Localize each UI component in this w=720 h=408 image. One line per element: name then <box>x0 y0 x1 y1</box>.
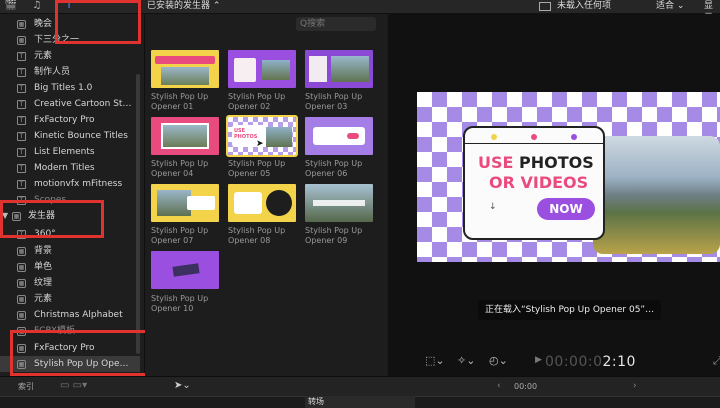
enhance-wand-icon[interactable]: ✧⌄ <box>457 354 475 367</box>
search-input[interactable]: Q搜索 <box>296 17 376 31</box>
sidebar-item[interactable]: T Kinetic Bounce Titles <box>0 128 140 144</box>
dot-purple <box>571 134 577 140</box>
select-tool-icon[interactable]: ➤⌄ <box>174 380 191 392</box>
clip-thumbnail[interactable] <box>151 251 219 289</box>
sidebar-item[interactable]: ▦ 背景 <box>0 243 140 259</box>
timecode-display: 00:00:02:10 <box>545 354 636 370</box>
clip-thumbnail[interactable] <box>151 184 219 222</box>
speed-icon[interactable]: ◴⌄ <box>489 354 508 367</box>
title-icon: T <box>17 180 26 189</box>
sidebar-item[interactable]: T Big Titles 1.0 <box>0 80 140 96</box>
viewer-title: 未载入任何项 <box>557 1 612 11</box>
title-icon: T <box>17 148 26 157</box>
preview-subline: OR VIDEOS <box>489 173 589 192</box>
title-icon: T <box>17 68 26 77</box>
sidebar-item[interactable]: T FxFactory Pro <box>0 112 140 128</box>
clip-thumbnail[interactable] <box>228 184 296 222</box>
title-icon: T <box>17 100 26 109</box>
film-icon: ▦ <box>17 247 26 256</box>
title-icon: T <box>17 116 26 125</box>
preview-headline: USE PHOTOS <box>478 153 594 172</box>
fit-menu[interactable]: 适合 ⌄ <box>656 0 684 12</box>
next-arrow-icon[interactable]: › <box>633 380 637 392</box>
landscape-photo <box>593 136 720 254</box>
loading-message: 正在载入“Stylish Pop Up Opener 05”… <box>478 300 662 320</box>
clip-thumbnail-selected[interactable]: USE PHOTOS ➤ <box>226 115 298 157</box>
arrow-down-icon: ↓ <box>489 202 497 212</box>
media-library-icon[interactable]: 🎬 <box>4 0 18 12</box>
clip-tools-icon[interactable]: ▭ ▭▾ <box>60 380 87 392</box>
sidebar: ▦ 晚会 ▦ 下三分之一 T 元素 T 制作人员 T Big Titles 1.0 T Cr… <box>0 14 145 376</box>
title-icon: T <box>17 164 26 173</box>
viewer-icon <box>539 2 551 11</box>
sidebar-item[interactable]: T List Elements <box>0 144 140 160</box>
fullscreen-icon[interactable]: ⤢ <box>713 354 720 368</box>
film-icon: ▦ <box>17 263 26 272</box>
title-icon: T <box>17 84 26 93</box>
clip-thumbnail[interactable] <box>305 117 373 155</box>
sidebar-item[interactable]: ▦ 元素 <box>0 291 140 307</box>
sidebar-scrollbar[interactable] <box>136 74 140 354</box>
timeline-toolbar: 索引 ▭ ▭▾ ➤⌄ ‹ 00:00 › <box>0 376 720 396</box>
generator-browser: Q搜索 Stylish Pop Up Opener 01 Stylish Pop… <box>145 14 387 376</box>
clip-thumbnail[interactable] <box>151 50 219 88</box>
film-icon: ▦ <box>17 311 26 320</box>
popup-card: USE PHOTOS OR VIDEOS ↓ NOW <box>463 126 605 240</box>
film-icon: ▦ <box>17 36 26 45</box>
sidebar-item[interactable]: T Modern Titles <box>0 160 140 176</box>
clip-name[interactable]: Stylish Pop Up Opener 02 <box>228 92 304 112</box>
sidebar-item[interactable]: ▦ 单色 <box>0 259 140 275</box>
play-icon[interactable]: ▶ <box>535 355 542 365</box>
clip-name[interactable]: Stylish Pop Up Opener 03 <box>305 92 381 112</box>
library-title[interactable]: 已安装的发生器 ⌃ <box>147 0 220 12</box>
transform-icon[interactable]: ⬚⌄ <box>425 354 445 367</box>
sidebar-item[interactable]: Tmotionvfx mFitness <box>0 176 140 192</box>
clip-name[interactable]: Stylish Pop Up Opener 09 <box>305 226 381 246</box>
title-icon: T <box>17 52 26 61</box>
mouse-cursor-icon: ➤ <box>256 139 264 149</box>
annotation-box <box>0 200 104 238</box>
sidebar-item[interactable]: T 制作人员 <box>0 64 140 80</box>
sound-library-icon[interactable]: ♫ <box>30 0 44 12</box>
clip-name[interactable]: Stylish Pop Up Opener 08 <box>228 226 304 246</box>
dot-pink <box>531 134 537 140</box>
annotation-box <box>55 0 141 44</box>
film-icon: ▦ <box>17 20 26 29</box>
previous-arrow-icon[interactable]: ‹ <box>497 380 501 392</box>
final-cut-pro-window: 🎬 ♫ T 已安装的发生器 ⌃ 未载入任何项 适合 ⌄ 显示 ▦晚会 ▦下三分之… <box>0 0 720 408</box>
preview-now-button: NOW <box>537 198 595 220</box>
clip-name[interactable]: Stylish Pop Up Opener 04 <box>151 159 227 179</box>
clip-name[interactable]: Stylish Pop Up Opener 10 <box>151 294 227 314</box>
film-icon: ▦ <box>17 295 26 304</box>
sidebar-item[interactable]: ▦ Christmas Alphabet <box>0 307 140 323</box>
sidebar-item[interactable]: T 元素 <box>0 48 140 64</box>
timeline-time: 00:00 <box>514 382 538 391</box>
index-button[interactable]: 索引 <box>18 381 34 393</box>
clip-thumbnail[interactable] <box>305 184 373 222</box>
clip-thumbnail[interactable] <box>305 50 373 88</box>
sidebar-item[interactable]: T Creative Cartoon St… <box>0 96 140 112</box>
timeline-header: 转场 <box>0 396 720 408</box>
sidebar-item[interactable]: ▦ 纹理 <box>0 275 140 291</box>
annotation-box <box>10 330 148 376</box>
title-icon: T <box>17 132 26 141</box>
clip-thumbnail[interactable] <box>228 50 296 88</box>
viewer-preview[interactable]: USE PHOTOS OR VIDEOS ↓ NOW <box>417 92 720 262</box>
clip-name[interactable]: Stylish Pop Up Opener 07 <box>151 226 227 246</box>
film-icon: ▦ <box>17 279 26 288</box>
clip-name[interactable]: Stylish Pop Up Opener 06 <box>305 159 381 179</box>
clip-name[interactable]: Stylish Pop Up Opener 01 <box>151 92 227 112</box>
clip-name[interactable]: Stylish Pop Up Opener 05 <box>228 159 304 179</box>
transitions-label[interactable]: 转场 <box>308 396 324 408</box>
dot-yellow <box>491 134 497 140</box>
clip-thumbnail[interactable] <box>151 117 219 155</box>
